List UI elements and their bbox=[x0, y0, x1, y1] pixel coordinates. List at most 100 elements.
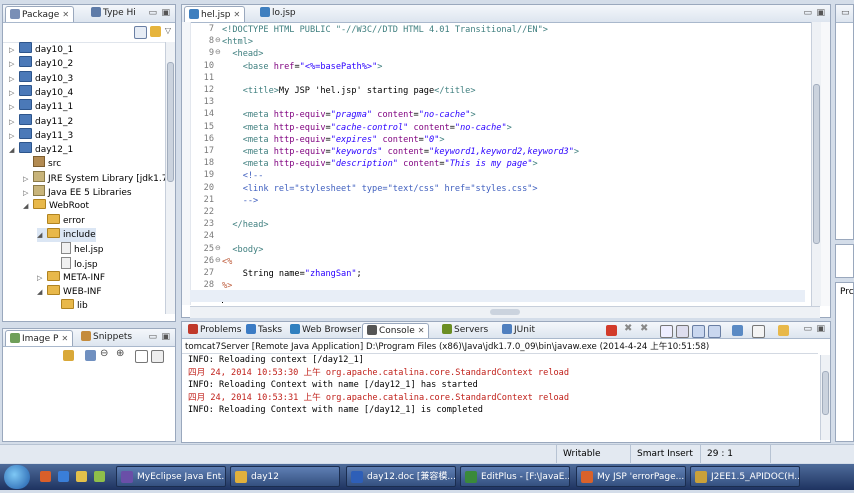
tab-problems[interactable]: Problems bbox=[184, 323, 245, 337]
code-line[interactable]: <meta http-equiv="keywords" content="key… bbox=[222, 146, 579, 158]
editor-hscrollbar[interactable] bbox=[190, 306, 820, 318]
expand-arrow-closed-icon[interactable]: ▷ bbox=[9, 57, 19, 71]
tree-item[interactable]: ▷ day10_1 bbox=[9, 42, 73, 56]
terminate-icon[interactable] bbox=[606, 325, 617, 336]
close-icon[interactable]: ✕ bbox=[62, 10, 69, 19]
taskbar-button[interactable]: MyEclipse Java Ent... bbox=[116, 466, 226, 487]
quicklaunch-icon[interactable] bbox=[94, 471, 105, 482]
expand-arrow-open-icon[interactable]: ◢ bbox=[37, 228, 47, 242]
tree-scrollbar[interactable] bbox=[165, 42, 175, 314]
minimize-icon[interactable]: ▭ bbox=[841, 8, 850, 18]
code-line[interactable]: <head> bbox=[222, 48, 263, 60]
tab-package-explorer[interactable]: Package ✕ bbox=[5, 6, 75, 22]
tree-item[interactable]: src bbox=[23, 156, 61, 170]
open-console-icon[interactable] bbox=[778, 325, 789, 336]
taskbar-button[interactable]: My JSP 'errorPage... bbox=[576, 466, 686, 487]
quicklaunch-icon[interactable] bbox=[58, 471, 69, 482]
editor-vscroll-thumb[interactable] bbox=[813, 84, 820, 244]
taskbar-button[interactable]: J2EE1.5_APIDOC(H... bbox=[690, 466, 800, 487]
pin-console-icon[interactable] bbox=[732, 325, 743, 336]
tab-junit[interactable]: JUnit bbox=[498, 323, 539, 337]
tree-item[interactable]: ▷ META-INF bbox=[37, 270, 105, 285]
tab-lo-jsp[interactable]: lo.jsp bbox=[256, 6, 300, 21]
console-output[interactable]: INFO: Reloading context [/day12_1] 四月 24,… bbox=[182, 354, 812, 432]
zoom-in-icon[interactable]: ⊕ bbox=[116, 348, 124, 359]
editor-vscrollbar[interactable] bbox=[811, 22, 821, 306]
tree-item[interactable]: ▷ day11_3 bbox=[9, 127, 73, 142]
tab-tasks[interactable]: Tasks bbox=[242, 323, 286, 337]
tree-item[interactable]: lib bbox=[51, 299, 88, 313]
tree-item[interactable]: lo.jsp bbox=[51, 256, 98, 271]
tab-servers[interactable]: Servers bbox=[438, 323, 492, 337]
fold-toggle-icon[interactable]: ⊖ bbox=[215, 36, 221, 44]
code-line[interactable]: <meta http-equiv="description" content="… bbox=[222, 158, 538, 170]
tree-item[interactable]: ▷ day10_2 bbox=[9, 56, 73, 70]
code-line[interactable]: <title>My JSP 'hel.jsp' starting page</t… bbox=[222, 85, 476, 97]
code-line[interactable]: </head> bbox=[222, 219, 268, 231]
expand-arrow-open-icon[interactable]: ◢ bbox=[23, 199, 33, 213]
scroll-lock-icon[interactable] bbox=[676, 325, 689, 338]
remove-launch-icon[interactable]: ✖ bbox=[624, 323, 632, 334]
display-console-icon[interactable] bbox=[752, 325, 765, 338]
console-scroll-thumb[interactable] bbox=[822, 371, 829, 415]
tree-item[interactable]: ▷ day10_3 bbox=[9, 70, 73, 86]
taskbar-button[interactable]: day12.doc [兼容模... bbox=[346, 466, 456, 487]
tree-item[interactable]: ▷ JRE System Library [jdk1.7.0 bbox=[23, 170, 167, 186]
tree-item[interactable]: ▷ Java EE 5 Libraries bbox=[23, 185, 132, 199]
code-line[interactable]: <base href="<%=basePath%>"> bbox=[222, 61, 383, 73]
expand-arrow-closed-icon[interactable]: ▷ bbox=[23, 186, 33, 200]
tab-web-browser[interactable]: Web Browser bbox=[286, 323, 365, 337]
grid-icon[interactable] bbox=[151, 350, 164, 363]
close-icon[interactable]: ✕ bbox=[61, 334, 68, 343]
tree-scroll-thumb[interactable] bbox=[167, 62, 174, 182]
fold-toggle-icon[interactable]: ⊖ bbox=[215, 256, 221, 264]
expand-arrow-closed-icon[interactable]: ▷ bbox=[37, 271, 47, 285]
code-line[interactable]: <meta http-equiv="expires" content="0"> bbox=[222, 134, 445, 146]
maximize-icon[interactable]: ▣ bbox=[816, 8, 825, 18]
collapse-all-icon[interactable] bbox=[134, 26, 147, 39]
minimize-icon[interactable]: ▭ bbox=[148, 332, 157, 342]
tab-snippets[interactable]: Snippets bbox=[77, 330, 136, 345]
expand-arrow-open-icon[interactable]: ◢ bbox=[9, 143, 19, 157]
open-image-icon[interactable] bbox=[63, 350, 74, 361]
start-button[interactable] bbox=[4, 465, 30, 489]
expand-arrow-closed-icon[interactable]: ▷ bbox=[9, 72, 19, 86]
fold-toggle-icon[interactable]: ⊖ bbox=[215, 244, 221, 252]
link-with-editor-icon[interactable] bbox=[150, 26, 161, 37]
maximize-icon[interactable]: ▣ bbox=[816, 324, 825, 334]
code-line[interactable]: <!-- bbox=[222, 170, 264, 182]
show-on-output-icon[interactable] bbox=[692, 325, 705, 338]
show-on-error-icon[interactable] bbox=[708, 325, 721, 338]
expand-arrow-closed-icon[interactable]: ▷ bbox=[9, 86, 19, 100]
expand-arrow-closed-icon[interactable]: ▷ bbox=[23, 172, 33, 186]
actual-size-icon[interactable] bbox=[135, 350, 148, 363]
tab-type-hierarchy[interactable]: Type Hi bbox=[87, 6, 140, 21]
tree-item[interactable]: ◢ day12_1 bbox=[9, 142, 73, 156]
code-line[interactable]: <html> bbox=[222, 36, 253, 48]
maximize-icon[interactable]: ▣ bbox=[161, 332, 170, 342]
fold-toggle-icon[interactable]: ⊖ bbox=[215, 48, 221, 56]
code-line[interactable]: <% bbox=[222, 256, 232, 268]
tab-hel-jsp[interactable]: hel.jsp ✕ bbox=[184, 6, 246, 22]
code-line[interactable]: <body> bbox=[222, 244, 263, 256]
tab-image-preview[interactable]: Image P ✕ bbox=[5, 330, 74, 346]
tab-console[interactable]: Console ✕ bbox=[362, 323, 430, 338]
tree-item[interactable]: ◢ WebRoot bbox=[23, 199, 89, 213]
clear-console-icon[interactable] bbox=[660, 325, 673, 338]
close-icon[interactable]: ✕ bbox=[418, 326, 425, 335]
code-line[interactable]: --> bbox=[222, 195, 259, 207]
expand-arrow-open-icon[interactable]: ◢ bbox=[37, 285, 47, 299]
tree-item[interactable]: error bbox=[37, 213, 85, 228]
tree-item[interactable]: ▷ day11_2 bbox=[9, 113, 73, 129]
zoom-out-icon[interactable]: ⊖ bbox=[100, 348, 108, 359]
tree-item[interactable]: ▷ day10_4 bbox=[9, 84, 73, 100]
tree-item[interactable]: ◢ WEB-INF bbox=[37, 285, 102, 299]
fit-icon[interactable] bbox=[85, 350, 96, 361]
code-line[interactable]: <meta http-equiv="cache-control" content… bbox=[222, 122, 512, 134]
expand-arrow-closed-icon[interactable]: ▷ bbox=[9, 100, 19, 114]
code-line[interactable]: <!DOCTYPE HTML PUBLIC "-//W3C//DTD HTML … bbox=[222, 24, 548, 36]
taskbar-button[interactable]: EditPlus - [F:\JavaE... bbox=[460, 466, 570, 487]
tree-item[interactable]: ◢ include bbox=[37, 227, 96, 242]
expand-arrow-closed-icon[interactable]: ▷ bbox=[9, 115, 19, 129]
code-area[interactable]: 7 <!DOCTYPE HTML PUBLIC "-//W3C//DTD HTML… bbox=[190, 24, 805, 306]
